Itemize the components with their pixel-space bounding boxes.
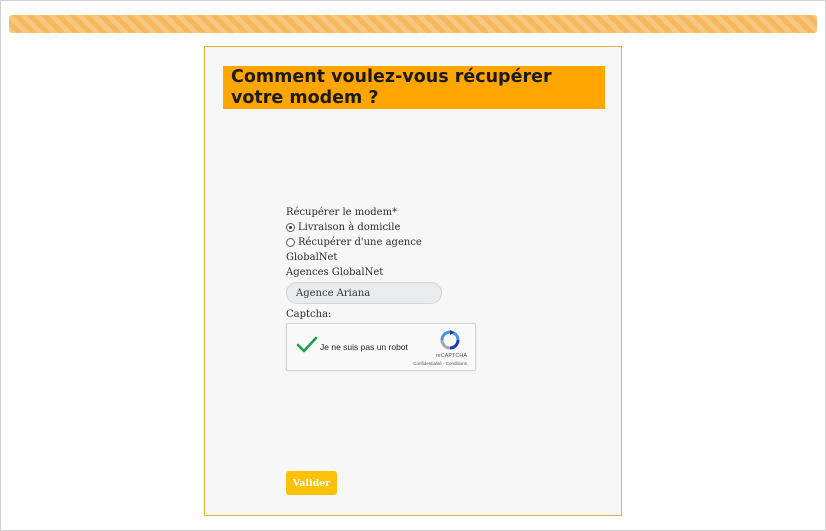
- radio-button-home-delivery[interactable]: [286, 223, 295, 232]
- agency-select[interactable]: Agence Ariana: [286, 282, 442, 304]
- progress-bar: [9, 15, 817, 33]
- radio-option-home-delivery[interactable]: Livraison à domicile: [286, 220, 566, 235]
- radio-label-home-delivery: Livraison à domicile: [298, 222, 401, 233]
- pickup-field-label: Récupérer le modem*: [286, 207, 398, 218]
- radio-label-agency: Récupérer d'une agence: [298, 237, 422, 248]
- submit-button[interactable]: Valider: [286, 471, 337, 495]
- recaptcha-links[interactable]: Confidentialité - Conditions: [413, 361, 467, 366]
- form-panel: Comment voulez-vous récupérer votre mode…: [204, 46, 622, 516]
- recaptcha-brand: reCAPTCHA: [435, 353, 467, 359]
- radio-option-agency[interactable]: Récupérer d'une agence: [286, 235, 566, 250]
- check-icon[interactable]: [296, 336, 318, 354]
- radio-label-agency-continuation: GlobalNet: [286, 252, 338, 263]
- radio-button-agency[interactable]: [286, 238, 295, 247]
- agency-field-label: Agences GlobalNet: [286, 267, 384, 278]
- page-title: Comment voulez-vous récupérer votre mode…: [231, 67, 552, 108]
- recaptcha-checkbox-label: Je ne suis pas un robot: [320, 342, 408, 352]
- recaptcha-logo-icon: [440, 330, 460, 350]
- captcha-label: Captcha:: [286, 309, 332, 320]
- recaptcha-widget: Je ne suis pas un robot reCAPTCHA Confid…: [286, 323, 476, 371]
- title-banner: Comment voulez-vous récupérer votre mode…: [223, 66, 605, 109]
- modem-form: Récupérer le modem* Livraison à domicile…: [286, 205, 566, 371]
